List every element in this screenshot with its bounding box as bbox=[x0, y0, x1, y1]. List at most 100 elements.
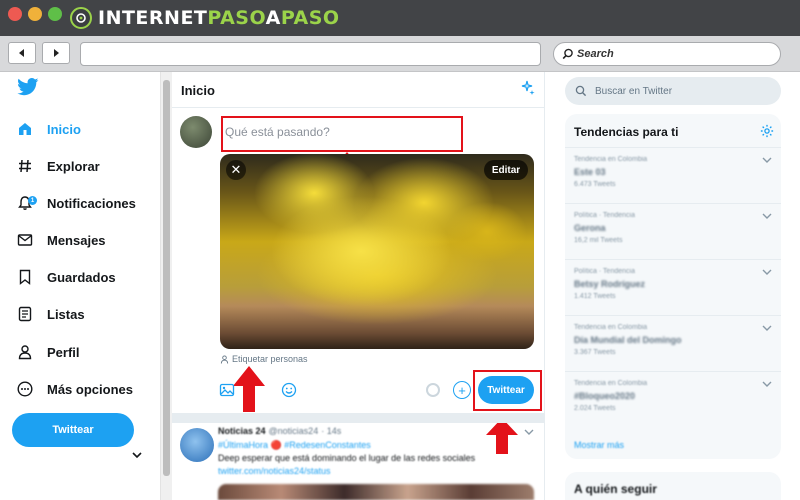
gear-icon[interactable] bbox=[760, 124, 774, 138]
add-tweet-button[interactable]: + bbox=[453, 381, 471, 399]
nav-label-perfil: Perfil bbox=[47, 344, 80, 360]
tweet-author-name[interactable]: Noticias 24 bbox=[218, 426, 266, 436]
brand-part-paso: PASO bbox=[207, 7, 266, 29]
close-window-button[interactable] bbox=[8, 7, 22, 21]
tag-people-link[interactable]: Etiquetar personas bbox=[220, 354, 308, 364]
trend-name: Betsy Rodríguez bbox=[574, 279, 646, 289]
nav-item-guardados[interactable]: Guardados bbox=[17, 263, 116, 291]
minimize-window-button[interactable] bbox=[28, 7, 42, 21]
sparkle-icon[interactable] bbox=[520, 80, 536, 96]
page-scrollbar[interactable] bbox=[160, 72, 172, 500]
sidebar: Inicio Explorar 1 Notificaciones Mensaje… bbox=[0, 72, 160, 500]
back-arrow-icon bbox=[19, 49, 24, 57]
address-bar[interactable] bbox=[80, 42, 541, 66]
trend-count: 3.367 Tweets bbox=[574, 349, 616, 356]
nav-label-inicio: Inicio bbox=[47, 121, 81, 137]
nav-item-notificaciones[interactable]: 1 Notificaciones bbox=[17, 189, 136, 217]
emoji-icon[interactable] bbox=[280, 381, 298, 399]
attached-image[interactable]: ✕ Editar bbox=[220, 154, 534, 349]
hashtag-icon bbox=[17, 158, 33, 174]
tweet-link[interactable]: twitter.com/noticias24/status bbox=[218, 466, 331, 476]
chevron-down-icon[interactable] bbox=[762, 156, 772, 164]
sidebar-tweet-button[interactable]: Twittear bbox=[12, 413, 134, 447]
tag-people-label: Etiquetar personas bbox=[232, 354, 308, 364]
highlight-box-tweet-button bbox=[473, 370, 542, 411]
brand-part-paso-2: PASO bbox=[280, 7, 340, 29]
nav-item-mas-opciones[interactable]: Más opciones bbox=[17, 375, 133, 403]
who-to-follow-title: A quién seguir bbox=[574, 482, 657, 496]
image-icon[interactable] bbox=[218, 381, 236, 399]
trends-title: Tendencias para ti bbox=[574, 125, 679, 139]
window-titlebar: INTERNETPASOAPASO bbox=[0, 0, 800, 36]
highlight-box-compose bbox=[221, 116, 463, 152]
person-icon bbox=[17, 344, 33, 360]
nav-item-inicio[interactable]: Inicio bbox=[17, 115, 81, 143]
compose-toolbar bbox=[218, 381, 298, 399]
main-feed: Inicio Qué está pasando? ✕ Editar Etique… bbox=[172, 72, 545, 500]
nav-label-notificaciones: Notificaciones bbox=[47, 195, 136, 211]
brand-name: INTERNETPASOAPASO bbox=[98, 7, 340, 29]
envelope-icon bbox=[17, 232, 33, 248]
nav-item-listas[interactable]: Listas bbox=[17, 300, 85, 328]
twitter-bird-icon[interactable] bbox=[17, 78, 39, 96]
more-icon bbox=[17, 381, 33, 397]
back-button[interactable] bbox=[8, 42, 36, 64]
tweet-text-line: Deep esperar que está dominando el lugar… bbox=[218, 453, 476, 463]
trend-item[interactable]: Política · Tendencia Betsy Rodríguez 1.4… bbox=[565, 259, 781, 315]
chevron-down-icon[interactable] bbox=[762, 268, 772, 276]
chevron-down-icon[interactable] bbox=[762, 212, 772, 220]
forward-button[interactable] bbox=[42, 42, 70, 64]
nav-label-mensajes: Mensajes bbox=[47, 232, 106, 248]
nav-item-explorar[interactable]: Explorar bbox=[17, 152, 100, 180]
gif-icon[interactable] bbox=[246, 381, 270, 399]
search-icon bbox=[575, 85, 587, 97]
trend-name: Este 03 bbox=[574, 167, 606, 177]
chevron-down-icon[interactable] bbox=[762, 324, 772, 332]
browser-search-input[interactable]: Search bbox=[553, 42, 781, 66]
tweet-avatar[interactable] bbox=[180, 428, 214, 462]
trend-item[interactable]: Tendencia en Colombia #Bloqueo2020 2.024… bbox=[565, 371, 781, 427]
maximize-window-button[interactable] bbox=[48, 7, 62, 21]
trend-name: #Bloqueo2020 bbox=[574, 391, 636, 401]
right-column: Buscar en Twitter Tendencias para ti Ten… bbox=[545, 72, 800, 500]
twitter-page: Inicio Explorar 1 Notificaciones Mensaje… bbox=[0, 72, 800, 500]
trend-item[interactable]: Tendencia en Colombia Este 03 6.473 Twee… bbox=[565, 147, 781, 203]
trend-context: Tendencia en Colombia bbox=[574, 156, 648, 163]
chevron-down-icon[interactable] bbox=[762, 380, 772, 388]
trend-count: 2.024 Tweets bbox=[574, 405, 616, 412]
brand-part-internet: INTERNET bbox=[98, 7, 208, 29]
tweet-header: Noticias 24 @noticias24 · 14s bbox=[218, 426, 341, 436]
browser-search-placeholder: Search bbox=[577, 48, 614, 60]
person-icon bbox=[220, 354, 229, 364]
remove-media-button[interactable]: ✕ bbox=[226, 160, 246, 180]
twitter-search-input[interactable]: Buscar en Twitter bbox=[565, 77, 781, 105]
trend-context: Tendencia en Colombia bbox=[574, 324, 648, 331]
character-counter bbox=[426, 383, 440, 397]
browser-toolbar: Search bbox=[0, 36, 800, 72]
trend-item[interactable]: Tendencia en Colombia Día Mundial del Do… bbox=[565, 315, 781, 371]
brand-logo-icon bbox=[70, 7, 92, 29]
chevron-down-icon[interactable] bbox=[524, 428, 534, 436]
user-avatar[interactable] bbox=[180, 116, 212, 148]
notification-badge: 1 bbox=[28, 196, 37, 205]
twitter-search-placeholder: Buscar en Twitter bbox=[595, 85, 673, 97]
trend-item[interactable]: Política · Tendencia Gerona 16,2 mil Twe… bbox=[565, 203, 781, 259]
chevron-down-icon[interactable] bbox=[131, 450, 143, 460]
nav-label-listas: Listas bbox=[47, 306, 85, 322]
tweet-media[interactable] bbox=[218, 484, 534, 500]
brand-part-a: A bbox=[265, 7, 281, 29]
nav-item-mensajes[interactable]: Mensajes bbox=[17, 226, 106, 254]
edit-media-button[interactable]: Editar bbox=[484, 160, 528, 180]
trend-context: Tendencia en Colombia bbox=[574, 380, 648, 387]
show-more-link[interactable]: Mostrar más bbox=[574, 440, 624, 450]
trend-context: Política · Tendencia bbox=[574, 212, 635, 219]
nav-item-perfil[interactable]: Perfil bbox=[17, 338, 80, 366]
tweet-timestamp: · 14s bbox=[321, 426, 342, 436]
tweet-author-handle: @noticias24 bbox=[268, 426, 319, 436]
nav-label-explorar: Explorar bbox=[47, 158, 100, 174]
feed-header: Inicio bbox=[172, 72, 545, 108]
trend-count: 1.412 Tweets bbox=[574, 293, 616, 300]
trend-context: Política · Tendencia bbox=[574, 268, 635, 275]
feed-divider bbox=[172, 413, 545, 423]
scrollbar-thumb[interactable] bbox=[163, 80, 170, 476]
